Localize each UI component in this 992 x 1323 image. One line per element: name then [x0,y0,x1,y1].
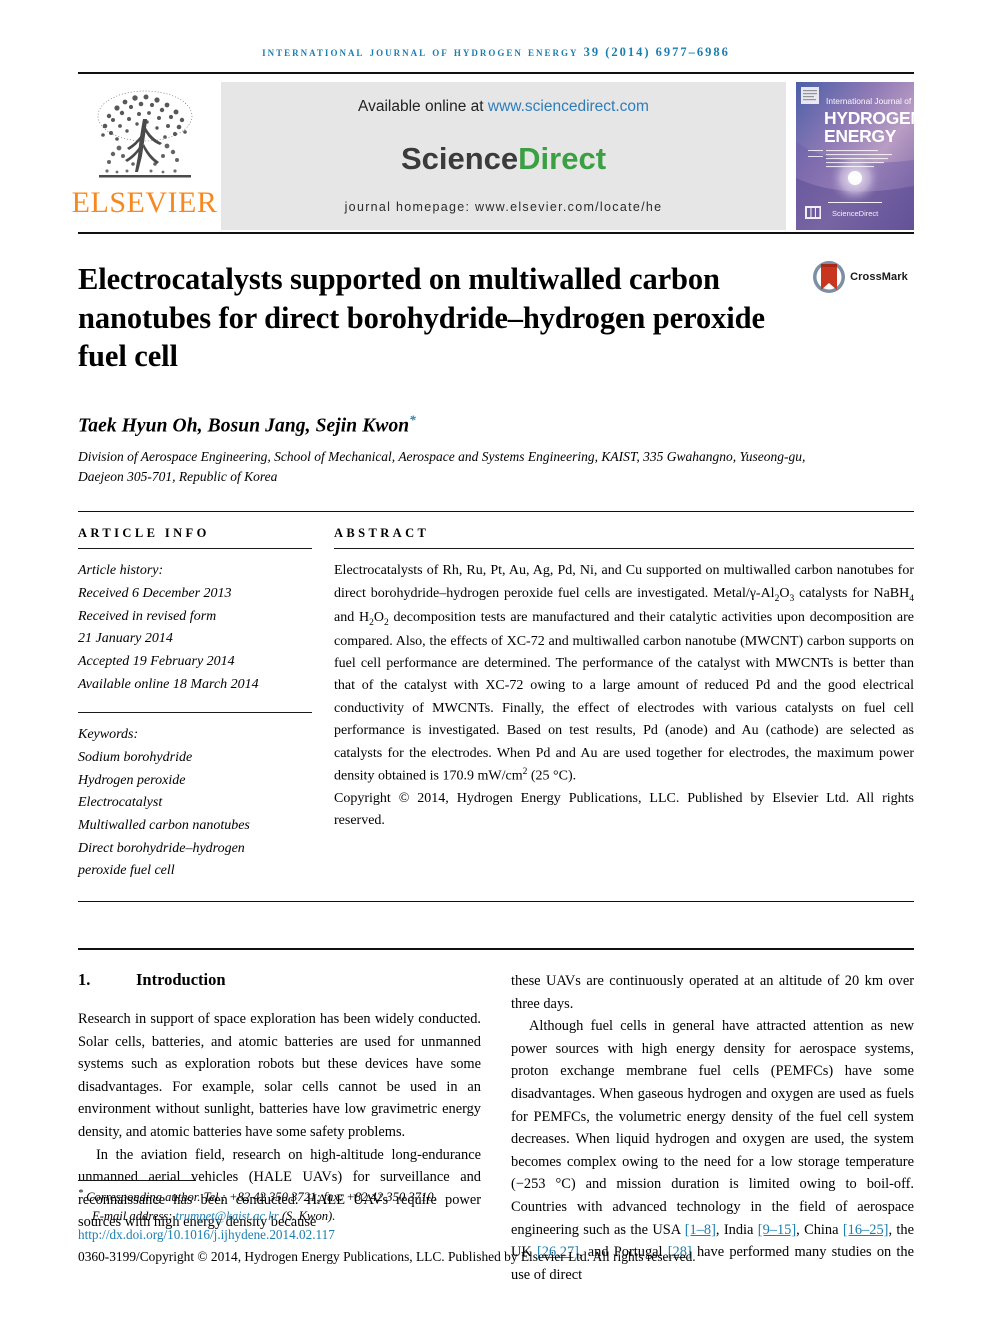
journal-cover-block: International Journal of HYDROGEN ENERGY [796,82,914,230]
section-heading: 1. Introduction [78,970,481,990]
info-abstract-region: ARTICLE INFO Article history: Received 6… [78,526,914,883]
divider-top [78,72,914,74]
divider-under-masthead [78,232,914,234]
keyword-item: Electrocatalyst [78,795,163,811]
title-area: Electrocatalysts supported on multiwalle… [78,260,914,376]
corresponding-author-marker: * [409,412,416,428]
paper-page: International Journal of Hydrogen Energy… [0,0,992,1323]
crossmark-icon [813,261,846,293]
elsevier-tree-icon [97,90,192,178]
article-info-heading: ARTICLE INFO [78,526,210,541]
svg-text:ENERGY: ENERGY [824,126,897,146]
elsevier-logo-block: ELSEVIER [72,82,217,230]
abstract-part-3: catalysts for NaBH [794,585,910,601]
abstract-part-5: O [373,609,384,625]
elsevier-wordmark: ELSEVIER [71,186,218,219]
article-history-block: Article history: Received 6 December 201… [78,560,312,696]
journal-cover-image: International Journal of HYDROGEN ENERGY [796,82,914,230]
email-link[interactable]: trumpet@kaist.ac.kr [175,1209,278,1223]
masthead: ELSEVIER Available online at www.science… [72,82,914,230]
paragraph: Research in support of space exploration… [78,1010,481,1140]
keywords-label: Keywords: [78,727,139,743]
abstract-body: Electrocatalysts of Rh, Ru, Pt, Au, Ag, … [334,560,914,833]
corresponding-author-note: * Corresponding author. Tel.: +82 42 350… [78,1186,914,1207]
crossmark-badge[interactable]: CrossMark [806,260,914,294]
issn-copyright-line: 0360-3199/Copyright © 2014, Hydrogen Ene… [78,1249,696,1264]
svg-text:HYDROGEN: HYDROGEN [824,108,914,128]
section-number: 1. [78,969,91,989]
abstract-part-4: and H [334,609,370,625]
keyword-item: Hydrogen peroxide [78,772,186,788]
history-item: Available online 18 March 2014 [78,676,259,692]
available-online-text: Available online at [358,98,488,115]
history-item: Received in revised form [78,608,217,624]
svg-text:ScienceDirect: ScienceDirect [832,209,879,218]
footnote-divider [78,1179,196,1181]
doi-link[interactable]: http://dx.doi.org/10.1016/j.ijhydene.201… [78,1227,914,1243]
article-info-rule [78,548,312,550]
abstract-part-2: O [779,585,790,601]
divider-body-top [78,947,914,950]
keyword-item: Direct borohydride–hydrogen [78,840,245,856]
email-note: E-mail address: trumpet@kaist.ac.kr (S. … [78,1207,914,1226]
corresponding-author-text: Corresponding author. Tel.: +82 42 350 3… [86,1189,437,1204]
author-list: Taek Hyun Oh, Bosun Jang, Sejin Kwon* [78,412,914,438]
history-item: 21 January 2014 [78,631,173,647]
keywords-rule [78,712,312,714]
sciencedirect-logo-science: Science [400,141,519,176]
sciencedirect-logo-direct: Direct [518,141,607,176]
abstract-part-6: decomposition tests are manufactured and… [334,609,915,784]
sciencedirect-url-link[interactable]: www.sciencedirect.com [488,98,649,115]
running-head: International Journal of Hydrogen Energy… [262,45,730,59]
abstract-sub-nabh4: 4 [909,593,914,604]
history-item: Received 6 December 2013 [78,585,232,601]
abstract-part-7: (25 °C). [527,768,577,784]
abstract-column: ABSTRACT Electrocatalysts of Rh, Ru, Pt,… [334,526,914,883]
keyword-item: Multiwalled carbon nanotubes [78,817,250,833]
keywords-block: Keywords: Sodium borohydride Hydrogen pe… [78,724,312,883]
article-info-column: ARTICLE INFO Article history: Received 6… [78,526,334,883]
sciencedirect-banner: Available online at www.sciencedirect.co… [221,82,786,230]
affiliation: Division of Aerospace Engineering, Schoo… [78,448,806,484]
page-footer: * Corresponding author. Tel.: +82 42 350… [78,1179,914,1265]
crossmark-label: CrossMark [850,271,908,283]
abstract-heading: ABSTRACT [334,526,430,541]
keyword-item: peroxide fuel cell [78,863,175,879]
keyword-item: Sodium borohydride [78,749,193,765]
email-suffix: (S. Kwon). [278,1208,336,1223]
divider-after-abstract [78,900,914,902]
email-label: E-mail address: [92,1208,176,1223]
sciencedirect-logo: ScienceDirect [401,141,606,177]
history-item: Accepted 19 February 2014 [78,653,235,669]
paragraph: these UAVs are continuously operated at … [511,972,914,1012]
abstract-rule [334,548,914,550]
abstract-paragraph: Electrocatalysts of Rh, Ru, Pt, Au, Ag, … [334,560,914,788]
divider-above-info [78,511,914,513]
page-title: Electrocatalysts supported on multiwalle… [78,262,765,374]
journal-homepage-line[interactable]: journal homepage: www.elsevier.com/locat… [345,200,663,214]
abstract-copyright: Copyright © 2014, Hydrogen Energy Public… [334,790,914,829]
article-history-label: Article history: [78,563,164,579]
author-names: Taek Hyun Oh, Bosun Jang, Sejin Kwon [78,415,410,437]
section-title: Introduction [136,969,226,989]
available-online-line: Available online at www.sciencedirect.co… [358,98,649,116]
svg-text:International Journal of: International Journal of [826,96,912,106]
footnote-star-marker: * [78,1187,83,1199]
